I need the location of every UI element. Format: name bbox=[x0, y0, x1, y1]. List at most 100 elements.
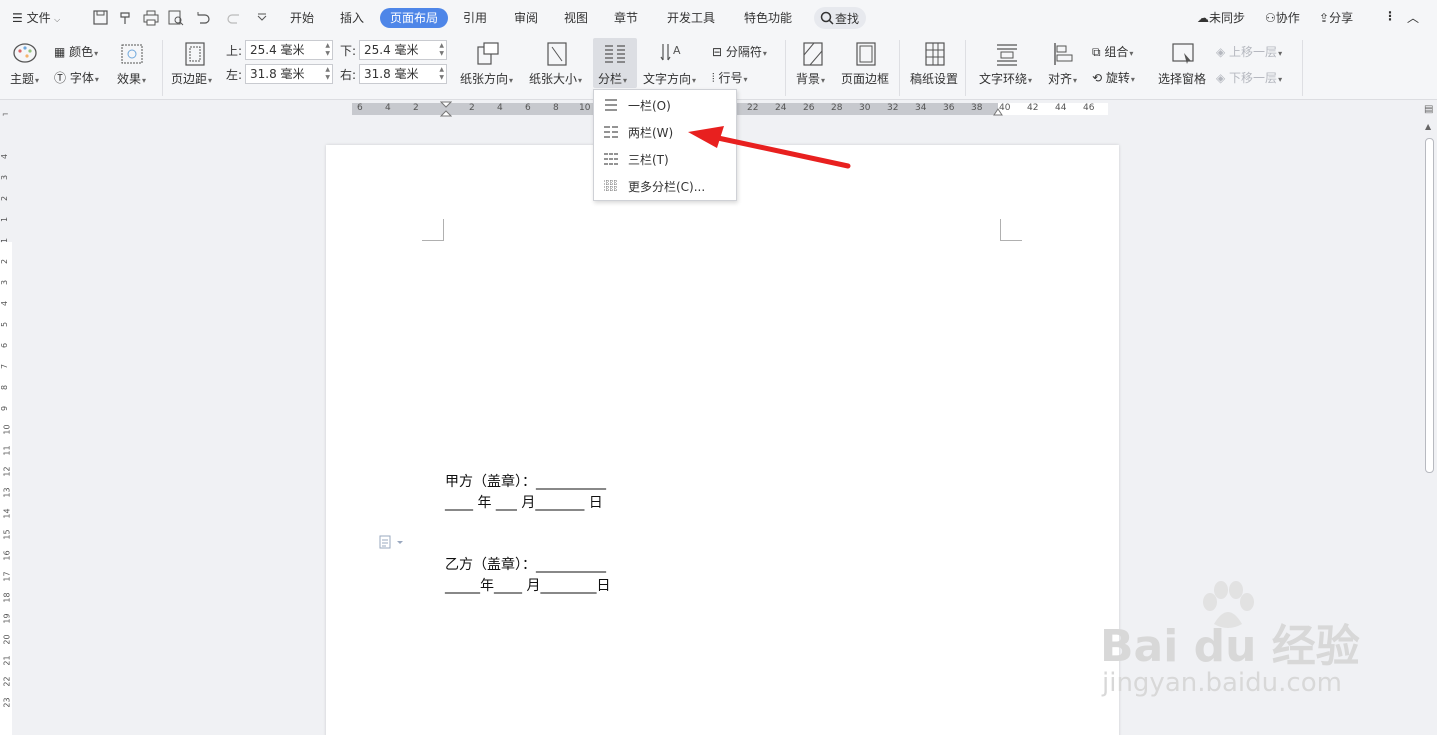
selection-pane-icon[interactable] bbox=[1170, 41, 1196, 67]
ruler-number: 20 bbox=[2, 634, 12, 645]
page-size-icon[interactable] bbox=[544, 41, 570, 67]
scroll-options-icon[interactable]: ▤ bbox=[1424, 104, 1433, 115]
page-margins-icon[interactable] bbox=[182, 41, 208, 67]
margin-corner-mark bbox=[422, 219, 444, 241]
redo-icon bbox=[227, 14, 239, 24]
spinner-icon[interactable]: ▲ ▼ bbox=[439, 42, 444, 58]
background-button[interactable]: 背景▾ bbox=[796, 70, 825, 87]
caret-down-icon: ▾ bbox=[35, 76, 40, 85]
tab-insert[interactable]: 插入 bbox=[336, 8, 368, 28]
effect-button[interactable]: 效果▾ bbox=[117, 70, 146, 87]
page-border-button[interactable]: 页面边框 bbox=[841, 70, 889, 87]
undo-icon[interactable] bbox=[193, 9, 211, 27]
ruler-number: 10 bbox=[579, 103, 591, 113]
ruler-number: 9 bbox=[0, 405, 10, 412]
align-icon[interactable] bbox=[1051, 41, 1077, 67]
send-backward-icon: ◈ bbox=[1216, 71, 1230, 85]
ruler-number: 13 bbox=[2, 487, 12, 498]
page-size-button[interactable]: 纸张大小▾ bbox=[529, 70, 582, 87]
text-wrap-button[interactable]: 文字环绕▾ bbox=[979, 70, 1032, 87]
page-border-icon[interactable] bbox=[853, 41, 879, 67]
text-wrap-icon[interactable] bbox=[994, 41, 1020, 67]
ribbon-divider bbox=[965, 40, 966, 96]
tab-special-features[interactable]: 特色功能 bbox=[740, 8, 796, 28]
breaks-button[interactable]: ⊟ 分隔符▾ bbox=[712, 43, 767, 60]
collapse-ribbon-icon[interactable]: ︿ bbox=[1407, 9, 1419, 26]
share-button[interactable]: ⇪分享 bbox=[1319, 9, 1353, 26]
text-direction-button[interactable]: 文字方向▾ bbox=[643, 70, 696, 87]
file-menu[interactable]: ☰ 文件 ⌵ bbox=[12, 9, 60, 26]
right-indent-marker-icon[interactable] bbox=[993, 108, 1003, 116]
tab-home[interactable]: 开始 bbox=[286, 8, 318, 28]
search-button[interactable]: 查找 bbox=[814, 7, 866, 29]
tab-chapter[interactable]: 章节 bbox=[610, 8, 642, 28]
ruler-number: 23 bbox=[2, 697, 12, 708]
ruler-number: 2 bbox=[0, 258, 10, 265]
tab-view[interactable]: 视图 bbox=[560, 8, 592, 28]
ruler-number: 16 bbox=[2, 550, 12, 561]
collaborate-button[interactable]: ⚇协作 bbox=[1265, 9, 1300, 26]
caret-down-icon: ▾ bbox=[1130, 75, 1135, 84]
line-numbers-button[interactable]: ⦙ 行号▾ bbox=[712, 69, 748, 86]
ruler-number: 1 bbox=[0, 237, 10, 244]
ruler-number: 3 bbox=[0, 279, 10, 286]
party-a-date-line[interactable]: ____ 年 ___ 月_______ 日 bbox=[445, 492, 603, 512]
background-icon[interactable] bbox=[800, 41, 826, 67]
bottom-margin-input[interactable]: 25.4 毫米 ▲ ▼ bbox=[359, 40, 447, 60]
indent-marker-icon[interactable] bbox=[440, 101, 452, 117]
left-margin-input[interactable]: 31.8 毫米 ▲ ▼ bbox=[245, 64, 333, 84]
sync-status-button[interactable]: ☁未同步 bbox=[1197, 9, 1245, 26]
caret-down-icon: ▾ bbox=[1028, 76, 1033, 85]
print-preview-icon[interactable] bbox=[167, 9, 185, 27]
watermark-brand: Bai du 经验 bbox=[1100, 621, 1360, 672]
page-orientation-button[interactable]: 纸张方向▾ bbox=[460, 70, 513, 87]
vertical-scrollbar[interactable]: ▤ ▲ bbox=[1422, 100, 1437, 735]
manuscript-icon[interactable] bbox=[922, 41, 948, 67]
paragraph-layout-icon[interactable] bbox=[379, 535, 405, 549]
save-icon[interactable] bbox=[92, 9, 110, 27]
format-painter-icon[interactable] bbox=[117, 9, 135, 27]
print-icon[interactable] bbox=[142, 9, 160, 27]
spinner-icon[interactable]: ▲ ▼ bbox=[325, 42, 330, 58]
spinner-icon[interactable]: ▲ ▼ bbox=[439, 66, 444, 82]
theme-palette-icon[interactable] bbox=[12, 40, 38, 66]
spinner-icon[interactable]: ▲ ▼ bbox=[325, 66, 330, 82]
party-b-seal-line[interactable]: 乙方（盖章）：__________ bbox=[445, 554, 606, 574]
more-columns-icon bbox=[604, 180, 618, 192]
theme-button[interactable]: 主题▾ bbox=[10, 70, 39, 87]
color-button[interactable]: ▦ 颜色▾ bbox=[54, 43, 98, 60]
effect-icon[interactable] bbox=[119, 42, 145, 68]
top-margin-input[interactable]: 25.4 毫米 ▲ ▼ bbox=[245, 40, 333, 60]
ruler-number: 24 bbox=[775, 103, 787, 113]
scrollbar-thumb[interactable] bbox=[1425, 138, 1434, 473]
tab-developer[interactable]: 开发工具 bbox=[663, 8, 719, 28]
selection-pane-button[interactable]: 选择窗格 bbox=[1158, 70, 1206, 87]
document-page[interactable]: 甲方（盖章）：__________ ____ 年 ___ 月_______ 日 … bbox=[326, 145, 1119, 735]
manuscript-settings-button[interactable]: 稿纸设置 bbox=[910, 70, 958, 87]
caret-down-icon: ▾ bbox=[94, 49, 99, 58]
tab-page-layout[interactable]: 页面布局 bbox=[380, 8, 449, 28]
text-direction-icon[interactable]: A bbox=[659, 40, 685, 66]
scroll-up-icon[interactable]: ▲ bbox=[1425, 122, 1431, 131]
tab-references[interactable]: 引用 bbox=[459, 8, 491, 28]
ruler-number: 30 bbox=[859, 103, 871, 113]
more-columns-option[interactable]: 更多分栏(C)... bbox=[594, 173, 736, 199]
align-button[interactable]: 对齐▾ bbox=[1048, 70, 1077, 87]
caret-down-icon: ▾ bbox=[1278, 75, 1283, 84]
ribbon-divider bbox=[162, 40, 163, 96]
margin-corner-mark bbox=[1000, 219, 1022, 241]
font-button[interactable]: Ⓣ 字体▾ bbox=[54, 69, 99, 86]
party-a-seal-line[interactable]: 甲方（盖章）：__________ bbox=[445, 471, 606, 491]
party-b-date-line[interactable]: _____年____ 月________日 bbox=[445, 575, 610, 595]
customize-toolbar-icon[interactable] bbox=[253, 9, 271, 27]
more-options-icon[interactable]: ⋮ bbox=[1384, 9, 1396, 23]
ruler-number: 36 bbox=[943, 103, 955, 113]
group-button[interactable]: ⧉ 组合▾ bbox=[1092, 43, 1133, 60]
hamburger-icon: ☰ bbox=[12, 11, 27, 25]
one-column-option[interactable]: 一栏(O) bbox=[594, 92, 736, 118]
page-margins-button[interactable]: 页边距▾ bbox=[171, 70, 212, 87]
page-orientation-icon[interactable] bbox=[475, 41, 501, 67]
rotate-button[interactable]: ⟲ 旋转▾ bbox=[1092, 69, 1135, 86]
tab-review[interactable]: 审阅 bbox=[510, 8, 542, 28]
right-margin-input[interactable]: 31.8 毫米 ▲ ▼ bbox=[359, 64, 447, 84]
